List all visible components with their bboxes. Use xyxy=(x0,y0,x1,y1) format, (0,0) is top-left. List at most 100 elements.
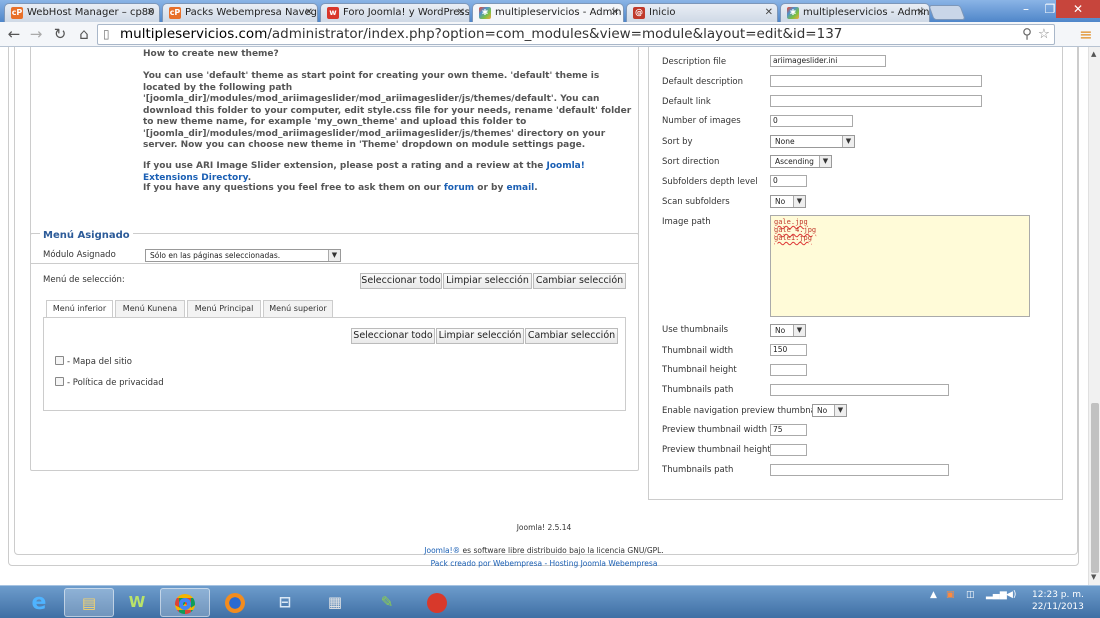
firefox-icon[interactable] xyxy=(210,588,260,617)
page-scrollbar[interactable]: ▲ ▼ xyxy=(1088,47,1100,585)
number-images-label: Number of images xyxy=(662,116,741,126)
bookmark-star-icon[interactable]: ☆ xyxy=(1038,25,1050,44)
volume-icon[interactable]: ◀) xyxy=(1006,590,1016,600)
panel-clear-selection-button[interactable]: Limpiar selección xyxy=(436,328,524,344)
image-path-line: gale1.jpg xyxy=(774,234,812,242)
home-icon[interactable]: ⌂ xyxy=(74,25,94,43)
system-clock[interactable]: 12:23 p. m. 22/11/2013 xyxy=(1032,589,1084,613)
address-bar[interactable]: ▯ multipleservicios.com/administrator/in… xyxy=(97,24,1055,45)
nav-preview-select[interactable]: No ▼ xyxy=(812,404,847,417)
image-path-line: gale.jpg xyxy=(774,218,808,226)
tab-menu-principal[interactable]: Menú Principal xyxy=(187,300,261,317)
browser-tab-admin-2[interactable]: ✱ multipleservicios - Admin ✕ xyxy=(780,3,930,22)
panel-toggle-selection-button[interactable]: Cambiar selección xyxy=(525,328,618,344)
thumbnail-height-input[interactable] xyxy=(770,364,807,376)
close-tab-icon[interactable]: ✕ xyxy=(611,4,619,21)
network-icon[interactable]: ◫ xyxy=(966,590,975,600)
scan-subfolders-select[interactable]: No ▼ xyxy=(770,195,806,208)
close-tab-icon[interactable]: ✕ xyxy=(147,4,155,21)
back-arrow-icon[interactable]: ← xyxy=(4,25,24,43)
forward-arrow-icon[interactable]: → xyxy=(26,25,46,43)
joomla-link[interactable]: Joomla!® xyxy=(424,546,460,555)
close-window-icon[interactable]: ✕ xyxy=(1056,0,1100,18)
thumbnail-width-input[interactable]: 150 xyxy=(770,344,807,356)
reload-icon[interactable]: ↻ xyxy=(50,25,70,43)
default-description-input[interactable] xyxy=(770,75,982,87)
notepad-plus-icon[interactable]: ✎ xyxy=(362,588,412,617)
toggle-selection-button[interactable]: Cambiar selección xyxy=(533,273,626,289)
footer-version: Joomla! 2.5.14 xyxy=(516,523,572,532)
chevron-down-icon: ▼ xyxy=(834,405,846,416)
webmatrix-icon[interactable]: W xyxy=(112,588,162,617)
close-tab-icon[interactable]: ✕ xyxy=(305,4,313,21)
signal-icon[interactable]: ▂▄▆ xyxy=(986,590,1007,600)
thumbnails-path-input[interactable] xyxy=(770,384,949,396)
help-heading: How to create new theme? xyxy=(143,49,279,59)
sort-direction-label: Sort direction xyxy=(662,157,720,167)
internet-explorer-icon[interactable]: e xyxy=(14,588,64,617)
preview-width-input[interactable]: 75 xyxy=(770,424,807,436)
email-link[interactable]: email xyxy=(507,183,535,193)
select-all-button[interactable]: Seleccionar todo xyxy=(360,273,442,289)
module-assignment-select[interactable]: Sólo en las páginas seleccionadas. ▼ xyxy=(145,249,341,262)
default-link-input[interactable] xyxy=(770,95,982,107)
footer-pack[interactable]: Pack creado por Webempresa - Hosting Joo… xyxy=(0,559,1088,568)
panel-select-all-button[interactable]: Seleccionar todo xyxy=(351,328,435,344)
thumbnail-height-label: Thumbnail height xyxy=(662,365,737,375)
remote-desktop-icon[interactable]: ⊟ xyxy=(260,588,310,617)
file-explorer-icon[interactable]: ▤ xyxy=(64,588,114,617)
subfolders-depth-input[interactable]: 0 xyxy=(770,175,807,187)
select-value: None xyxy=(775,137,795,146)
chrome-menu-icon[interactable]: ≡ xyxy=(1076,25,1096,44)
tab-menu-inferior[interactable]: Menú inferior xyxy=(46,300,113,318)
forum-link[interactable]: forum xyxy=(444,183,474,193)
preview-height-input[interactable] xyxy=(770,444,807,456)
clear-selection-button[interactable]: Limpiar selección xyxy=(443,273,532,289)
screenshot-tool-icon[interactable] xyxy=(412,588,462,617)
show-hidden-icons-icon[interactable]: ▲ xyxy=(930,590,937,600)
close-tab-icon[interactable]: ✕ xyxy=(765,4,773,21)
checkbox-mapa-sitio[interactable] xyxy=(55,356,64,365)
chevron-down-icon: ▼ xyxy=(842,136,854,147)
sort-by-select[interactable]: None ▼ xyxy=(770,135,855,148)
scrollbar-thumb[interactable] xyxy=(1091,403,1099,573)
use-thumbnails-label: Use thumbnails xyxy=(662,325,729,335)
checkbox-politica-privacidad[interactable] xyxy=(55,377,64,386)
footer-license: Joomla!® es software libre distribuido b… xyxy=(0,546,1088,555)
zoom-search-icon[interactable]: ⚲ xyxy=(1022,25,1032,44)
select-value: No xyxy=(817,406,828,415)
browser-tab-admin-active[interactable]: ✱ multipleservicios - Admin ✕ xyxy=(472,3,624,23)
tab-title: multipleservicios - Admin xyxy=(803,7,930,18)
url-path: /administrator/index.php?option=com_modu… xyxy=(267,26,843,42)
close-tab-icon[interactable]: ✕ xyxy=(457,4,465,21)
image-path-textarea[interactable]: gale.jpg gale 4.jpg gale1.jpg xyxy=(770,215,1030,317)
chevron-down-icon: ▼ xyxy=(819,156,831,167)
browser-tab-inicio[interactable]: @ Inicio ✕ xyxy=(626,3,778,22)
tab-menu-superior[interactable]: Menú superior xyxy=(263,300,333,317)
new-tab-button[interactable] xyxy=(928,5,966,20)
select-value: Sólo en las páginas seleccionadas. xyxy=(150,251,281,260)
tray-app-icon[interactable]: ▣ xyxy=(946,590,955,600)
close-tab-icon[interactable]: ✕ xyxy=(917,4,925,21)
chrome-icon[interactable] xyxy=(160,588,210,617)
thumbnail-width-label: Thumbnail width xyxy=(662,346,734,356)
browser-tab-whm[interactable]: cP WebHost Manager – cp80 ✕ xyxy=(4,3,160,22)
number-images-input[interactable]: 0 xyxy=(770,115,853,127)
select-value: No xyxy=(775,197,786,206)
browser-tab-packs[interactable]: cP Packs Webempresa Naveg ✕ xyxy=(162,3,318,22)
clock-date: 22/11/2013 xyxy=(1032,602,1084,612)
scroll-down-icon[interactable]: ▼ xyxy=(1091,573,1096,581)
menu-item-label: - Política de privacidad xyxy=(67,378,164,388)
calculator-icon[interactable]: ▦ xyxy=(310,588,360,617)
browser-tab-foro[interactable]: w Foro Joomla! y WordPress ✕ xyxy=(320,3,470,22)
description-file-input[interactable]: ariimageslider.ini xyxy=(770,55,886,67)
use-thumbnails-select[interactable]: No ▼ xyxy=(770,324,806,337)
select-value: Ascending xyxy=(775,157,814,166)
subfolders-depth-label: Subfolders depth level xyxy=(662,177,758,187)
sort-direction-select[interactable]: Ascending ▼ xyxy=(770,155,832,168)
page-content: How to create new theme? You can use 'de… xyxy=(0,47,1088,585)
tab-menu-kunena[interactable]: Menú Kunena xyxy=(115,300,185,317)
scroll-up-icon[interactable]: ▲ xyxy=(1091,50,1096,58)
thumbnails-path-2-input[interactable] xyxy=(770,464,949,476)
tab-title: multipleservicios - Admin xyxy=(495,7,622,18)
